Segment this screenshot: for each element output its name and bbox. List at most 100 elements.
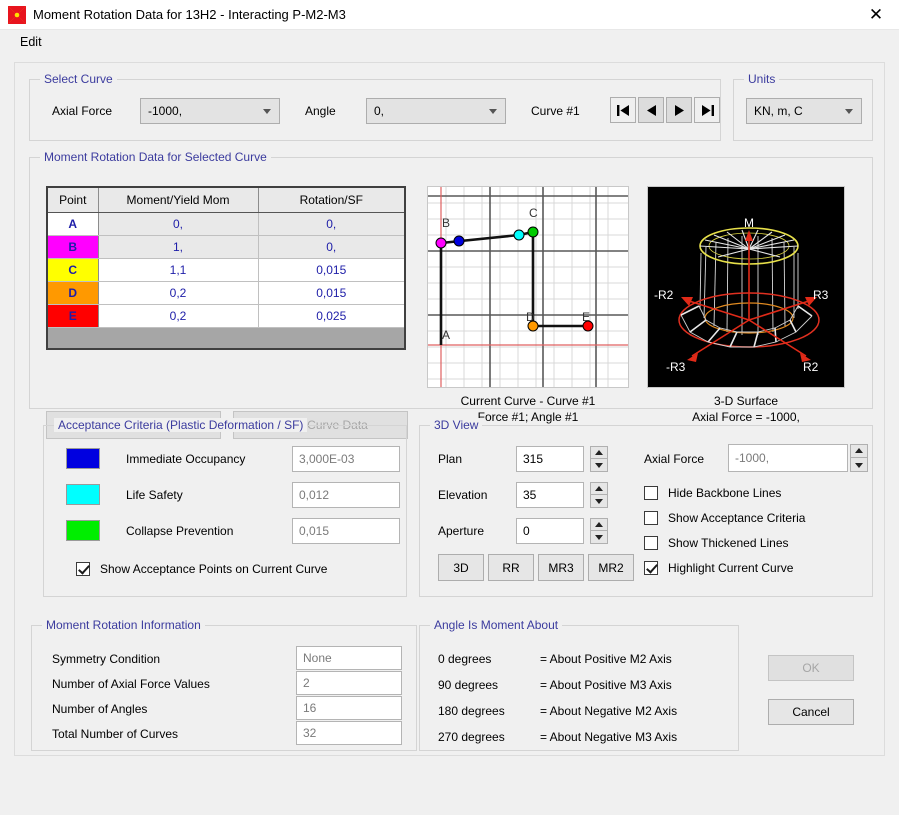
show-acceptance-criteria-checkbox[interactable]: Show Acceptance Criteria (644, 511, 805, 525)
collapse-prevention-label: Collapse Prevention (126, 524, 234, 538)
window-titlebar: Moment Rotation Data for 13H2 - Interact… (0, 0, 899, 30)
select-curve-legend: Select Curve (40, 72, 117, 86)
menu-item-edit[interactable]: Edit (14, 32, 48, 52)
cell-rotation[interactable]: 0,015 (258, 281, 404, 305)
cell-moment[interactable]: 1,1 (98, 258, 259, 282)
cell-moment[interactable]: 0,2 (98, 281, 259, 305)
dialog-panel: Select Curve Axial Force -1000, Angle 0,… (14, 62, 885, 756)
angle-0-deg: 0 degrees (438, 652, 492, 666)
cell-moment[interactable]: 0,2 (98, 304, 259, 328)
plan-stepper-up[interactable] (590, 446, 608, 459)
elevation-stepper-up[interactable] (590, 482, 608, 495)
table-row[interactable]: C 1,1 0,015 (48, 258, 404, 282)
plan-field[interactable]: 315 (516, 446, 584, 472)
moment-rotation-info-legend: Moment Rotation Information (42, 618, 205, 632)
cancel-button[interactable]: Cancel (768, 699, 854, 725)
immediate-occupancy-field[interactable]: 3,000E-03 (292, 446, 400, 472)
checkbox-icon (644, 561, 658, 575)
life-safety-field[interactable]: 0,012 (292, 482, 400, 508)
svg-text:A: A (442, 328, 450, 342)
symmetry-condition-label: Symmetry Condition (52, 652, 161, 666)
last-icon (701, 104, 714, 116)
first-curve-button[interactable] (610, 97, 636, 123)
acceptance-criteria-group: Acceptance Criteria (Plastic Deformation… (43, 418, 407, 597)
window-title: Moment Rotation Data for 13H2 - Interact… (33, 7, 346, 22)
table-row[interactable]: B 1, 0, (48, 235, 404, 259)
angle-90-desc: = About Positive M3 Axis (540, 678, 672, 692)
total-curves-field[interactable]: 32 (296, 721, 402, 745)
life-safety-swatch (66, 484, 100, 505)
cell-rotation[interactable]: 0,015 (258, 258, 404, 282)
close-icon[interactable]: ✕ (853, 0, 899, 30)
current-curve-plot[interactable]: B A C D E (427, 186, 629, 388)
next-icon (674, 104, 684, 116)
cell-point[interactable]: D (48, 281, 99, 305)
immediate-occupancy-label: Immediate Occupancy (126, 452, 246, 466)
collapse-prevention-swatch (66, 520, 100, 541)
num-angles-field[interactable]: 16 (296, 696, 402, 720)
cell-moment[interactable]: 0, (98, 212, 259, 236)
elevation-stepper-down[interactable] (590, 495, 608, 508)
cell-point[interactable]: E (48, 304, 99, 328)
table-row[interactable]: D 0,2 0,015 (48, 281, 404, 305)
collapse-prevention-field[interactable]: 0,015 (292, 518, 400, 544)
aperture-stepper-up[interactable] (590, 518, 608, 531)
cell-point[interactable]: B (48, 235, 99, 259)
axial-force-stepper-down[interactable] (850, 458, 868, 472)
view-axial-force-stepper[interactable] (850, 444, 868, 472)
elevation-label: Elevation (438, 488, 488, 502)
axial-force-stepper-up[interactable] (850, 444, 868, 458)
col-header-moment: Moment/Yield Mom (98, 188, 259, 213)
angle-0-desc: = About Positive M2 Axis (540, 652, 672, 666)
previous-curve-button[interactable] (638, 97, 664, 123)
view-mr2-button[interactable]: MR2 (588, 554, 634, 581)
angle-moment-about-legend: Angle Is Moment About (430, 618, 563, 632)
cell-point[interactable]: C (48, 258, 99, 282)
ok-button[interactable]: OK (768, 655, 854, 681)
hide-backbone-lines-checkbox[interactable]: Hide Backbone Lines (644, 486, 781, 500)
angle-select[interactable]: 0, (366, 98, 506, 124)
table-row[interactable]: E 0,2 0,025 (48, 304, 404, 328)
menubar: Edit (0, 30, 899, 54)
table-header-row: Point Moment/Yield Mom Rotation/SF (48, 188, 404, 213)
last-curve-button[interactable] (694, 97, 720, 123)
units-value: KN, m, C (754, 104, 803, 118)
checkbox-icon (76, 562, 90, 576)
cell-rotation[interactable]: 0, (258, 212, 404, 236)
moment-rotation-data-legend: Moment Rotation Data for Selected Curve (40, 150, 271, 164)
num-axial-force-values-field[interactable]: 2 (296, 671, 402, 695)
view-axial-force-field[interactable]: -1000, (728, 444, 848, 472)
axial-force-value: -1000, (148, 104, 183, 118)
view-mr3-button[interactable]: MR3 (538, 554, 584, 581)
surface-3d-chart: M -R2 R3 -R3 R2 (648, 187, 844, 387)
show-thickened-lines-checkbox[interactable]: Show Thickened Lines (644, 536, 789, 550)
table-row[interactable]: A 0, 0, (48, 212, 404, 236)
show-acceptance-points-label: Show Acceptance Points on Current Curve (100, 562, 328, 576)
units-select[interactable]: KN, m, C (746, 98, 862, 124)
aperture-stepper-down[interactable] (590, 531, 608, 544)
next-curve-button[interactable] (666, 97, 692, 123)
surface-3d-plot[interactable]: M -R2 R3 -R3 R2 (647, 186, 845, 388)
plan-stepper-down[interactable] (590, 459, 608, 472)
highlight-current-curve-checkbox[interactable]: Highlight Current Curve (644, 561, 793, 575)
aperture-stepper[interactable] (590, 518, 608, 544)
view-rr-button[interactable]: RR (488, 554, 534, 581)
cell-rotation[interactable]: 0,025 (258, 304, 404, 328)
curve-data-table[interactable]: Point Moment/Yield Mom Rotation/SF A 0, 0,… (46, 186, 406, 350)
show-acceptance-points-checkbox[interactable]: Show Acceptance Points on Current Curve (76, 562, 327, 576)
elevation-stepper[interactable] (590, 482, 608, 508)
num-angles-label: Number of Angles (52, 702, 148, 716)
cell-rotation[interactable]: 0, (258, 235, 404, 259)
axis-label-neg-r2: -R2 (654, 288, 674, 302)
plan-stepper[interactable] (590, 446, 608, 472)
life-safety-label: Life Safety (126, 488, 183, 502)
cell-point[interactable]: A (48, 212, 99, 236)
view-3d-button[interactable]: 3D (438, 554, 484, 581)
aperture-field[interactable]: 0 (516, 518, 584, 544)
axial-force-select[interactable]: -1000, (140, 98, 280, 124)
num-axial-force-values-label: Number of Axial Force Values (52, 677, 210, 691)
elevation-field[interactable]: 35 (516, 482, 584, 508)
cell-moment[interactable]: 1, (98, 235, 259, 259)
checkbox-icon (644, 511, 658, 525)
symmetry-condition-field[interactable]: None (296, 646, 402, 670)
